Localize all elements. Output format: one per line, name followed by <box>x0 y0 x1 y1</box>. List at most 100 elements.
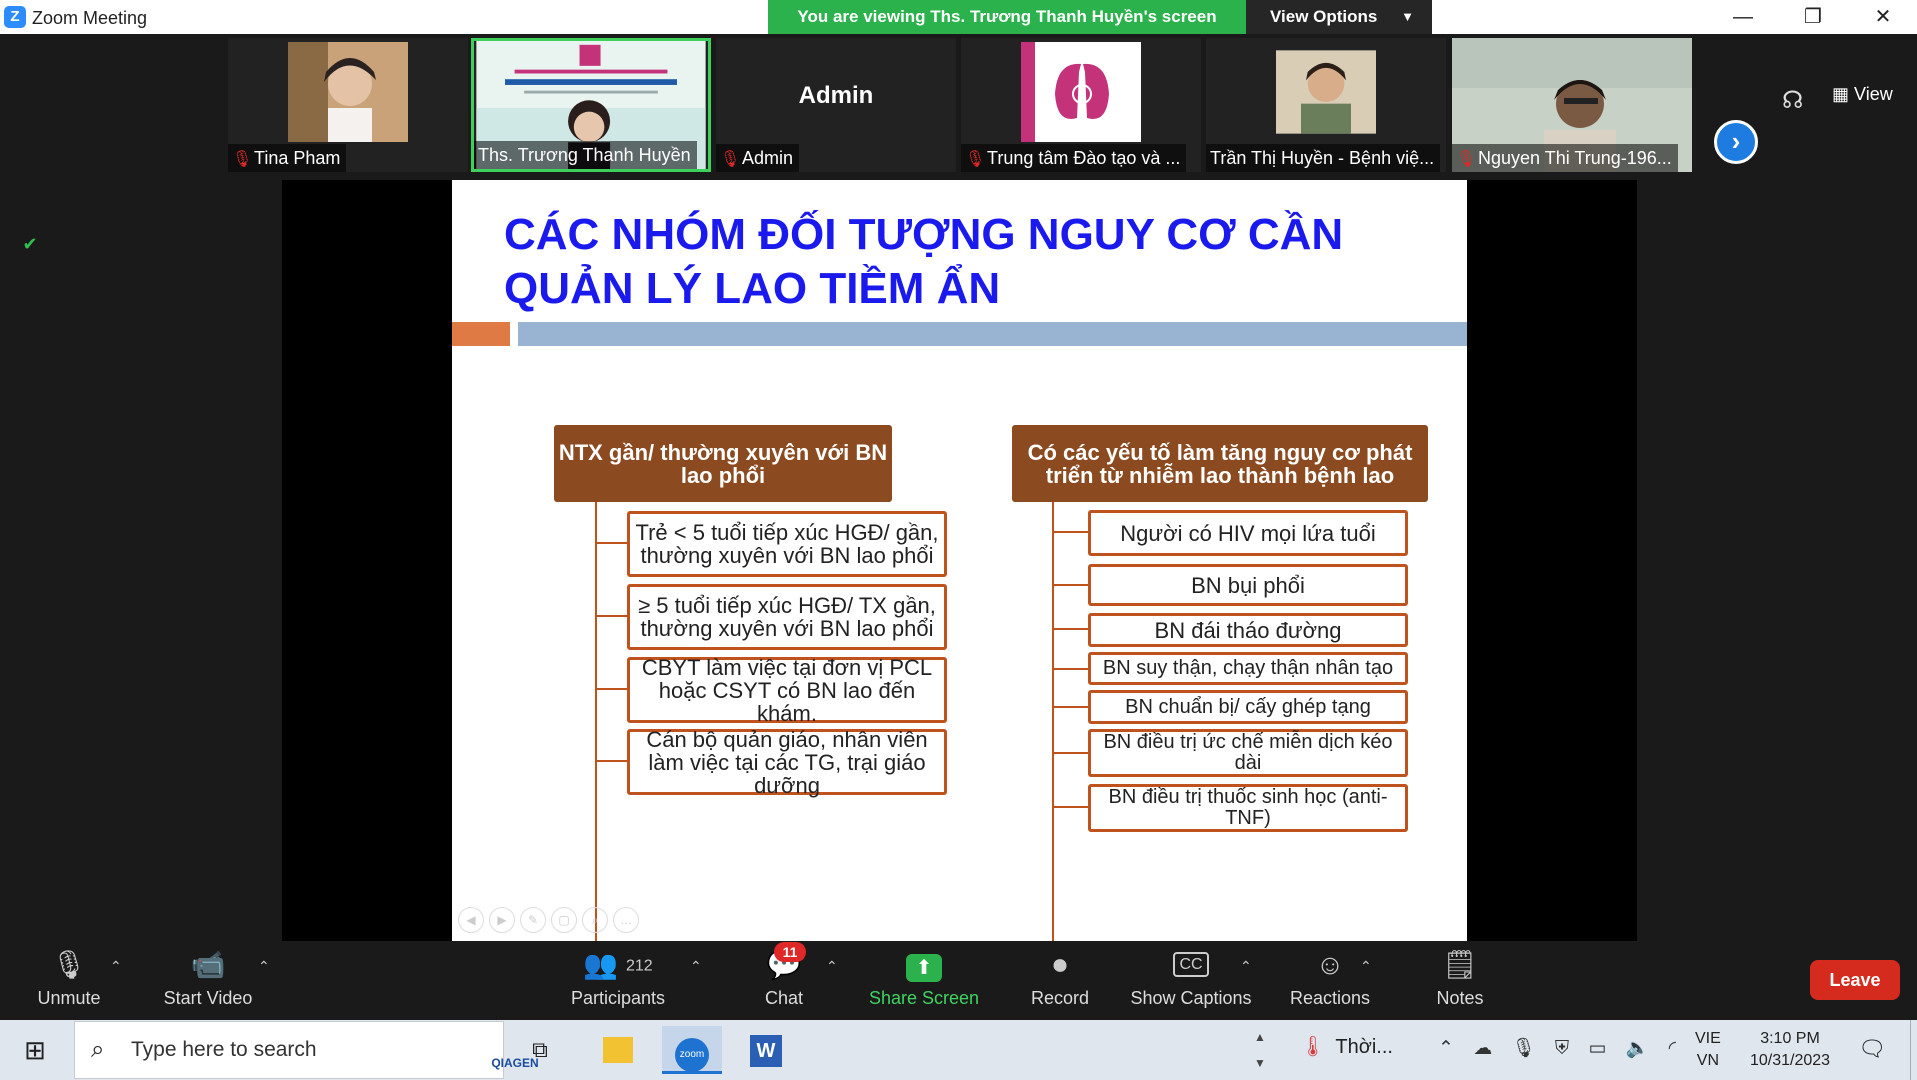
participant-tile[interactable]: Ths. Trương Thanh Huyền <box>471 38 711 172</box>
language-code: VIE <box>1695 1030 1721 1047</box>
share-screen-button[interactable]: ⬆ Share Screen <box>864 942 984 1020</box>
next-slide-icon[interactable]: ▶ <box>489 907 515 933</box>
file-explorer-icon[interactable] <box>588 1026 648 1074</box>
participants-button[interactable]: 👥 212 Participants <box>560 942 676 1020</box>
system-tray[interactable]: ⌃ ☁ 🎙 ⛨ ▭ 🔈 ◜ <box>1438 1036 1690 1060</box>
unmute-label: Unmute <box>37 988 101 1008</box>
muted-mic-icon: 🎙 <box>965 151 986 168</box>
minimize-button[interactable]: — <box>1708 0 1778 34</box>
right-item: BN điều trị thuốc sinh học (anti-TNF) <box>1088 784 1408 832</box>
thermometer-icon: 🌡 <box>1300 1036 1326 1058</box>
viewing-screen-banner: You are viewing Ths. Trương Thanh Huyền'… <box>768 0 1246 34</box>
clock-time: 3:10 PM <box>1760 1030 1820 1047</box>
record-button[interactable]: ⏺ Record <box>1020 942 1100 1020</box>
close-button[interactable]: ✕ <box>1848 0 1917 34</box>
video-options-caret-icon[interactable]: ⌃ <box>258 958 270 975</box>
slide-controls: ◀ ▶ ✎ ▢ ⌕… <box>458 907 644 935</box>
captions-caret-icon[interactable]: ⌃ <box>1240 958 1252 975</box>
onedrive-cloud-icon[interactable]: ☁ <box>1473 1038 1492 1059</box>
connector-line <box>595 688 627 690</box>
participants-caret-icon[interactable]: ⌃ <box>690 958 702 975</box>
connector-line <box>1052 502 1054 941</box>
participant-tile[interactable]: 🎙Nguyen Thi Trung-196... <box>1452 38 1692 172</box>
participant-video <box>1276 50 1376 134</box>
microphone-icon[interactable]: 🎙 <box>1511 1038 1535 1059</box>
connector-line <box>1052 531 1088 533</box>
left-item: CBYT làm việc tại đơn vị PCL hoặc CSYT c… <box>627 656 947 725</box>
slide-title: CÁC NHÓM ĐỐI TƯỢNG NGUY CƠ CẦN QUẢN LÝ L… <box>504 208 1404 316</box>
word-app-icon[interactable]: W <box>736 1026 796 1074</box>
show-captions-button[interactable]: CC Show Captions <box>1126 942 1256 1020</box>
network-icon[interactable]: ◜ <box>1669 1038 1676 1059</box>
participant-name: Trần Thị Huyền - Bệnh việ... <box>1206 144 1441 172</box>
participant-video <box>1021 42 1141 142</box>
right-item: BN bụi phổi <box>1088 564 1408 606</box>
muted-mic-icon: 🎙 <box>232 151 253 168</box>
speaker-icon[interactable]: 🔈 <box>1626 1038 1650 1059</box>
reactions-button[interactable]: ☺ Reactions <box>1280 942 1380 1020</box>
start-video-label: Start Video <box>163 988 253 1008</box>
zoom-logo-icon: Z <box>4 6 26 28</box>
start-video-button[interactable]: 📹 Start Video <box>150 942 266 1020</box>
participant-tile[interactable]: 🎙Tina Pham <box>228 38 468 172</box>
audio-options-caret-icon[interactable]: ⌃ <box>110 958 122 975</box>
next-page-arrow-icon[interactable]: › <box>1714 120 1758 164</box>
keyboard-code: VN <box>1696 1052 1720 1069</box>
reactions-caret-icon[interactable]: ⌃ <box>1360 958 1372 975</box>
view-label: View <box>1854 84 1893 104</box>
notes-button[interactable]: 🗒 Notes <box>1420 942 1500 1020</box>
view-button[interactable]: ▦ View <box>1832 84 1893 105</box>
decor-bar-blue <box>518 322 1467 346</box>
show-desktop-button[interactable] <box>1910 1020 1917 1080</box>
taskbar-clock[interactable]: 3:10 PM 10/31/2023 <box>1740 1028 1840 1072</box>
chat-button[interactable]: 💬 11 Chat <box>744 942 824 1020</box>
participant-tile[interactable]: Trần Thị Huyền - Bệnh việ... <box>1206 38 1446 172</box>
connector-line <box>1052 584 1088 586</box>
participant-name: 🎙Admin <box>716 144 800 172</box>
more-icon[interactable]: … <box>613 907 639 933</box>
participant-tile[interactable]: 🎙Trung tâm Đào tạo và ... <box>961 38 1201 172</box>
chat-label: Chat <box>764 988 804 1008</box>
participant-tile[interactable]: Admin 🎙Admin <box>716 38 956 172</box>
left-item: Trẻ < 5 tuổi tiếp xúc HGĐ/ gần, thường x… <box>627 511 947 577</box>
maximize-button[interactable]: ❐ <box>1778 0 1848 34</box>
input-language[interactable]: VIE VN <box>1695 1028 1721 1072</box>
headset-icon[interactable]: ☊ <box>1782 86 1803 115</box>
connector-line <box>1052 806 1088 808</box>
connector-line <box>595 542 627 544</box>
chat-caret-icon[interactable]: ⌃ <box>826 958 838 975</box>
slides-icon[interactable]: ▢ <box>551 907 577 933</box>
taskbar-scroll-control[interactable]: ▲ ▼ <box>1250 1024 1270 1076</box>
window-title: Zoom Meeting <box>32 8 148 28</box>
windows-start-icon[interactable]: ⊞ <box>0 1020 70 1080</box>
defender-shield-icon[interactable]: ⛨ <box>1555 1038 1569 1059</box>
notes-icon: 🗒 <box>1442 949 1478 980</box>
battery-icon[interactable]: ▭ <box>1588 1038 1606 1059</box>
unmute-button[interactable]: 🎙 Unmute <box>24 942 114 1020</box>
zoom-icon[interactable]: ⌕ <box>582 907 608 933</box>
left-item: ≥ 5 tuổi tiếp xúc HGĐ/ TX gần, thường xu… <box>627 584 947 650</box>
participant-video <box>288 42 408 142</box>
weather-text: Thời... <box>1335 1036 1393 1058</box>
captions-icon: CC <box>1126 942 1256 988</box>
zoom-app-icon[interactable]: zoom <box>662 1026 722 1074</box>
chevron-up-icon[interactable]: ⌃ <box>1438 1038 1454 1059</box>
participants-icon: 👥 212 <box>583 949 653 980</box>
right-item: BN điều trị ức chế miễn dịch kéo dài <box>1088 729 1408 777</box>
leave-button[interactable]: Leave <box>1810 960 1900 1000</box>
reactions-label: Reactions <box>1289 988 1371 1008</box>
slide-title-line1: CÁC NHÓM ĐỐI TƯỢNG NGUY CƠ CẦN <box>504 210 1344 259</box>
task-view-icon[interactable]: ⧉ <box>510 1026 570 1074</box>
weather-widget[interactable]: 🌡 Thời... <box>1300 1034 1393 1059</box>
right-item: BN suy thận, chạy thận nhân tạo <box>1088 652 1408 685</box>
participant-name: 🎙Nguyen Thi Trung-196... <box>1452 144 1678 172</box>
notifications-icon[interactable]: 🗨 <box>1858 1036 1886 1062</box>
notes-label: Notes <box>1436 988 1484 1008</box>
previous-slide-icon[interactable]: ◀ <box>458 907 484 933</box>
view-options-button[interactable]: View Options ▼ <box>1246 0 1432 34</box>
encryption-shield-icon[interactable]: ✔ <box>18 232 42 256</box>
pen-icon[interactable]: ✎ <box>520 907 546 933</box>
meeting-controls: 🎙 Unmute ⌃ 📹 Start Video ⌃ 👥 212 Partici… <box>0 942 1917 1020</box>
taskbar-search-box[interactable]: ⌕ Type here to search QIAGEN <box>74 1021 539 1079</box>
muted-mic-icon: 🎙 <box>720 151 741 168</box>
